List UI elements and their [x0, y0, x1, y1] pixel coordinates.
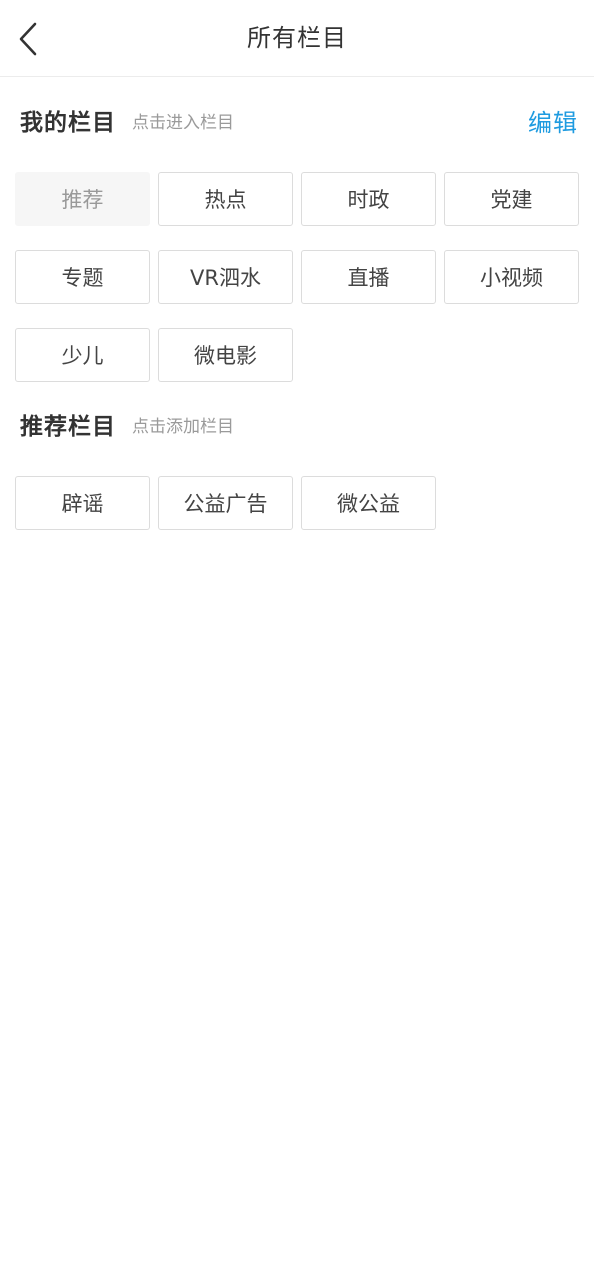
channel-chip-short-video[interactable]: 小视频	[444, 250, 579, 304]
channel-chip-rumor-refute[interactable]: 辟谣	[15, 476, 150, 530]
channel-chip-live[interactable]: 直播	[301, 250, 436, 304]
recommended-channels-hint: 点击添加栏目	[132, 416, 234, 437]
recommended-channels-grid: 辟谣 公益广告 微公益	[15, 476, 579, 530]
recommended-channels-title: 推荐栏目	[20, 414, 116, 440]
my-channels-header: 我的栏目 点击进入栏目 编辑	[20, 100, 578, 140]
channel-chip-kids[interactable]: 少儿	[15, 328, 150, 382]
channel-chip-micro-charity[interactable]: 微公益	[301, 476, 436, 530]
channel-chip-vr-sishui[interactable]: VR泗水	[158, 250, 293, 304]
my-channels-grid: 推荐 热点 时政 党建 专题 VR泗水 直播 小视频 少儿 微电影	[15, 172, 579, 382]
recommended-channels-header: 推荐栏目 点击添加栏目	[20, 404, 578, 444]
my-channels-title: 我的栏目	[20, 110, 116, 136]
channel-chip-hot[interactable]: 热点	[158, 172, 293, 226]
top-bar: 所有栏目	[0, 0, 594, 77]
channel-chip-party[interactable]: 党建	[444, 172, 579, 226]
channel-chip-politics[interactable]: 时政	[301, 172, 436, 226]
channel-chip-recommend[interactable]: 推荐	[15, 172, 150, 226]
edit-button[interactable]: 编辑	[528, 103, 578, 138]
channel-chip-topics[interactable]: 专题	[15, 250, 150, 304]
my-channels-hint: 点击进入栏目	[132, 112, 234, 133]
page-title: 所有栏目	[247, 24, 347, 52]
channel-chip-public-ads[interactable]: 公益广告	[158, 476, 293, 530]
channel-chip-micro-film[interactable]: 微电影	[158, 328, 293, 382]
